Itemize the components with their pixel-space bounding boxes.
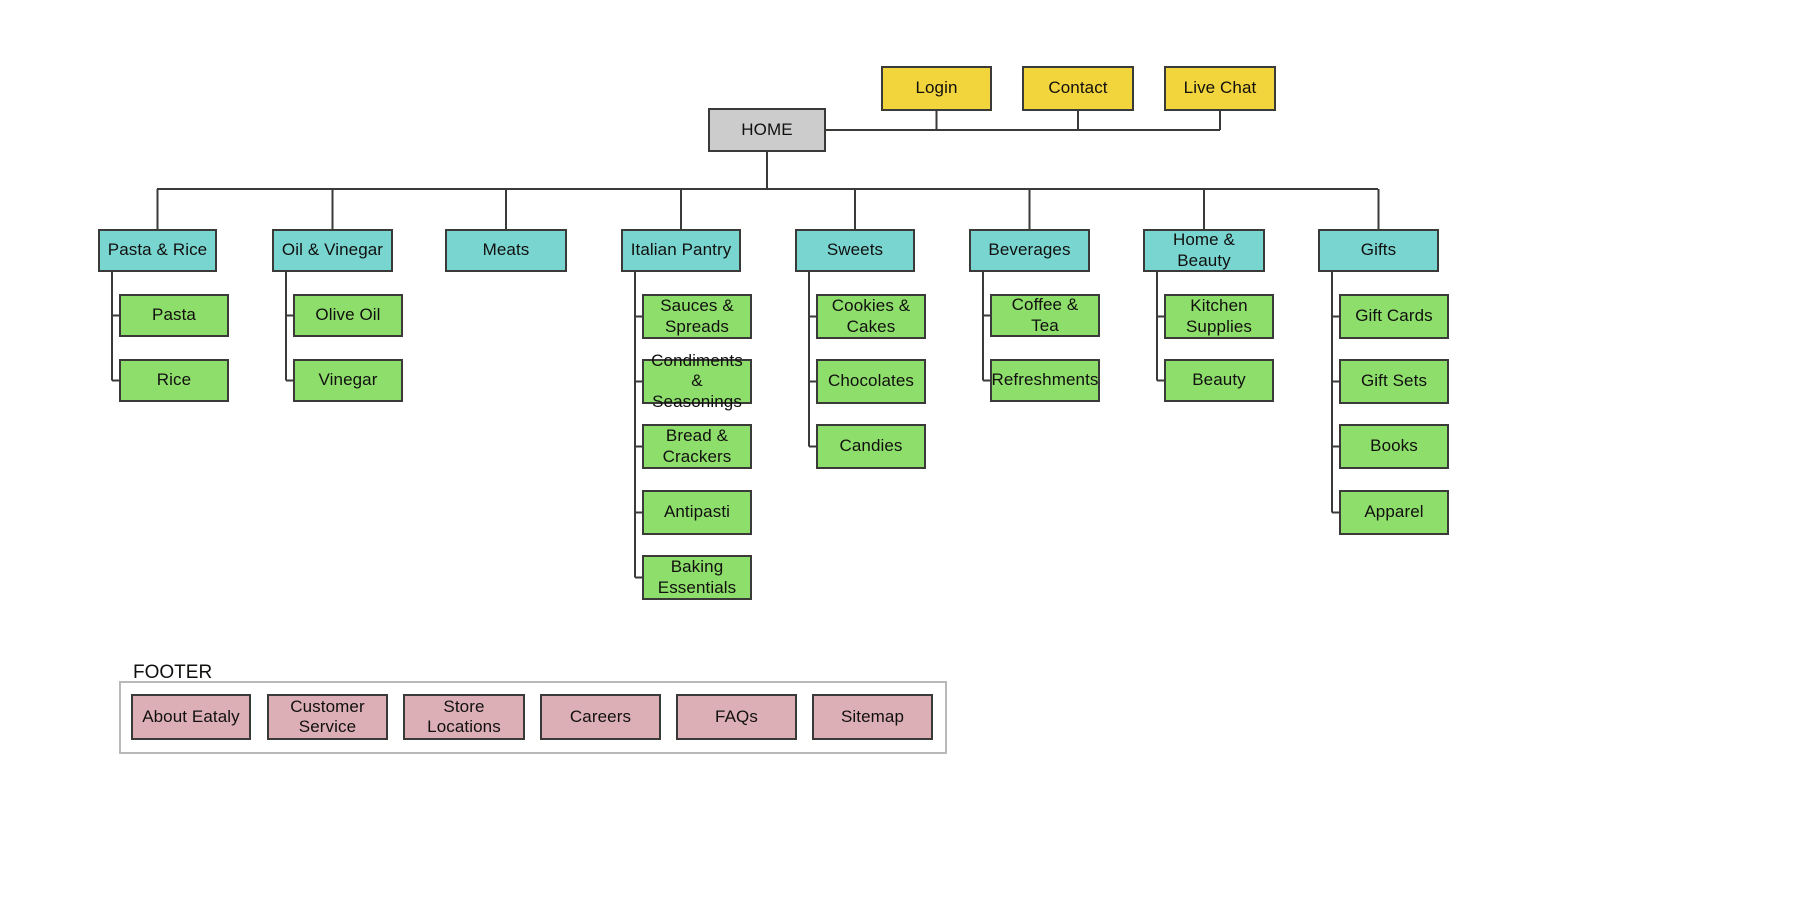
node-category-meats[interactable]: Meats (445, 229, 567, 272)
footer-link-faqs[interactable]: FAQs (676, 694, 797, 740)
node-category-sweets[interactable]: Sweets (795, 229, 915, 272)
node-subcategory-gift-cards[interactable]: Gift Cards (1339, 294, 1449, 339)
node-category-pasta-rice[interactable]: Pasta & Rice (98, 229, 217, 272)
node-subcategory-vinegar[interactable]: Vinegar (293, 359, 403, 402)
node-subcategory-refreshments[interactable]: Refreshments (990, 359, 1100, 402)
node-subcategory-sauces-spreads[interactable]: Sauces & Spreads (642, 294, 752, 339)
node-live-chat[interactable]: Live Chat (1164, 66, 1276, 111)
node-category-home-beauty[interactable]: Home & Beauty (1143, 229, 1265, 272)
node-login[interactable]: Login (881, 66, 992, 111)
node-subcategory-coffee-tea[interactable]: Coffee & Tea (990, 294, 1100, 337)
node-subcategory-pasta[interactable]: Pasta (119, 294, 229, 337)
node-subcategory-chocolates[interactable]: Chocolates (816, 359, 926, 404)
node-subcategory-condiments-seasonings[interactable]: Condiments & Seasonings (642, 351, 752, 411)
node-subcategory-bread-crackers[interactable]: Bread & Crackers (642, 424, 752, 469)
node-subcategory-rice[interactable]: Rice (119, 359, 229, 402)
node-category-oil-vinegar[interactable]: Oil & Vinegar (272, 229, 393, 272)
node-category-italian-pantry[interactable]: Italian Pantry (621, 229, 741, 272)
node-subcategory-antipasti[interactable]: Antipasti (642, 490, 752, 535)
footer-link-customer-service[interactable]: Customer Service (267, 694, 388, 740)
footer-link-careers[interactable]: Careers (540, 694, 661, 740)
node-category-gifts[interactable]: Gifts (1318, 229, 1439, 272)
node-subcategory-olive-oil[interactable]: Olive Oil (293, 294, 403, 337)
footer-link-about-eataly[interactable]: About Eataly (131, 694, 251, 740)
node-subcategory-apparel[interactable]: Apparel (1339, 490, 1449, 535)
node-subcategory-gift-sets[interactable]: Gift Sets (1339, 359, 1449, 404)
node-subcategory-cookies-cakes[interactable]: Cookies & Cakes (816, 294, 926, 339)
node-contact[interactable]: Contact (1022, 66, 1134, 111)
node-subcategory-books[interactable]: Books (1339, 424, 1449, 469)
node-subcategory-baking-essentials[interactable]: Baking Essentials (642, 555, 752, 600)
footer-title: FOOTER (133, 662, 213, 683)
node-subcategory-kitchen-supplies[interactable]: Kitchen Supplies (1164, 294, 1274, 339)
footer-link-sitemap[interactable]: Sitemap (812, 694, 933, 740)
footer-link-store-locations[interactable]: Store Locations (403, 694, 525, 740)
sitemap-diagram: HOME Login Contact Live Chat Pasta & Ric… (0, 0, 1799, 905)
node-home[interactable]: HOME (708, 108, 826, 152)
node-subcategory-beauty[interactable]: Beauty (1164, 359, 1274, 402)
node-subcategory-candies[interactable]: Candies (816, 424, 926, 469)
node-category-beverages[interactable]: Beverages (969, 229, 1090, 272)
